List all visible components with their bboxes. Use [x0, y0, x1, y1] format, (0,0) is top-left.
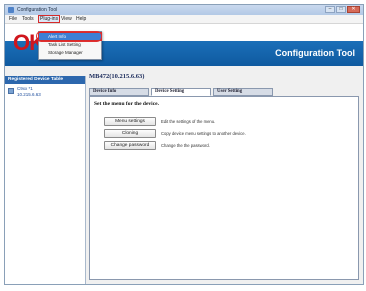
- change-password-description: Change the the password.: [161, 143, 210, 148]
- minimize-button[interactable]: –: [325, 6, 335, 13]
- device-tree-item[interactable]: C9xx *1 10.215.6.63: [8, 86, 83, 100]
- dropdown-item-task-list-setting[interactable]: Task List Setting: [39, 41, 101, 48]
- menu-plugins[interactable]: Plug-ins: [38, 15, 61, 23]
- menu-file[interactable]: File: [8, 15, 18, 23]
- settings-panel: Set the menu for the device. Menu settin…: [89, 96, 359, 280]
- tab-bar: Device Info Device Setting User Setting: [89, 88, 361, 96]
- close-button[interactable]: ✕: [347, 6, 360, 13]
- cloning-description: Copy device menu settings to another dev…: [161, 131, 246, 136]
- device-ip: 10.215.6.63: [17, 92, 41, 97]
- menu-help[interactable]: Help: [75, 15, 87, 23]
- tab-user-setting[interactable]: User Setting: [213, 88, 273, 96]
- cloning-button[interactable]: Cloning: [104, 129, 156, 138]
- main-content: MB472(10.215.6.63) Device Info Device Se…: [87, 66, 363, 284]
- sidebar-heading: Registered Device Table: [5, 76, 85, 84]
- maximize-button[interactable]: □: [336, 6, 346, 13]
- plugins-dropdown-menu: Alert Info Task List Setting Storage Man…: [36, 31, 102, 60]
- printer-icon: [8, 88, 14, 94]
- device-title: MB472(10.215.6.63): [89, 73, 145, 80]
- change-password-button[interactable]: Change password: [104, 141, 156, 150]
- highlight-ring: [36, 31, 102, 42]
- panel-heading: Set the menu for the device.: [94, 101, 159, 107]
- device-sidebar: Registered Device Table C9xx *1 10.215.6…: [5, 76, 86, 284]
- menu-settings-button[interactable]: Menu settings: [104, 117, 156, 126]
- dropdown-item-storage-manager[interactable]: Storage Manager: [39, 49, 101, 56]
- tab-device-setting[interactable]: Device Setting: [151, 88, 211, 96]
- header-title: Configuration Tool: [275, 48, 355, 58]
- window-title: Configuration Tool: [17, 7, 58, 13]
- menu-bar: File Tools Plug-ins View Help: [5, 15, 363, 24]
- tab-device-info[interactable]: Device Info: [89, 88, 149, 96]
- menu-settings-description: Edit the settings of the menu.: [161, 119, 216, 124]
- title-bar[interactable]: Configuration Tool – □ ✕: [5, 5, 363, 15]
- menu-tools[interactable]: Tools: [21, 15, 35, 23]
- app-icon: [8, 7, 14, 13]
- app-window: Configuration Tool – □ ✕ File Tools Plug…: [4, 4, 364, 285]
- window-controls: – □ ✕: [325, 6, 360, 13]
- menu-view[interactable]: View: [60, 15, 73, 23]
